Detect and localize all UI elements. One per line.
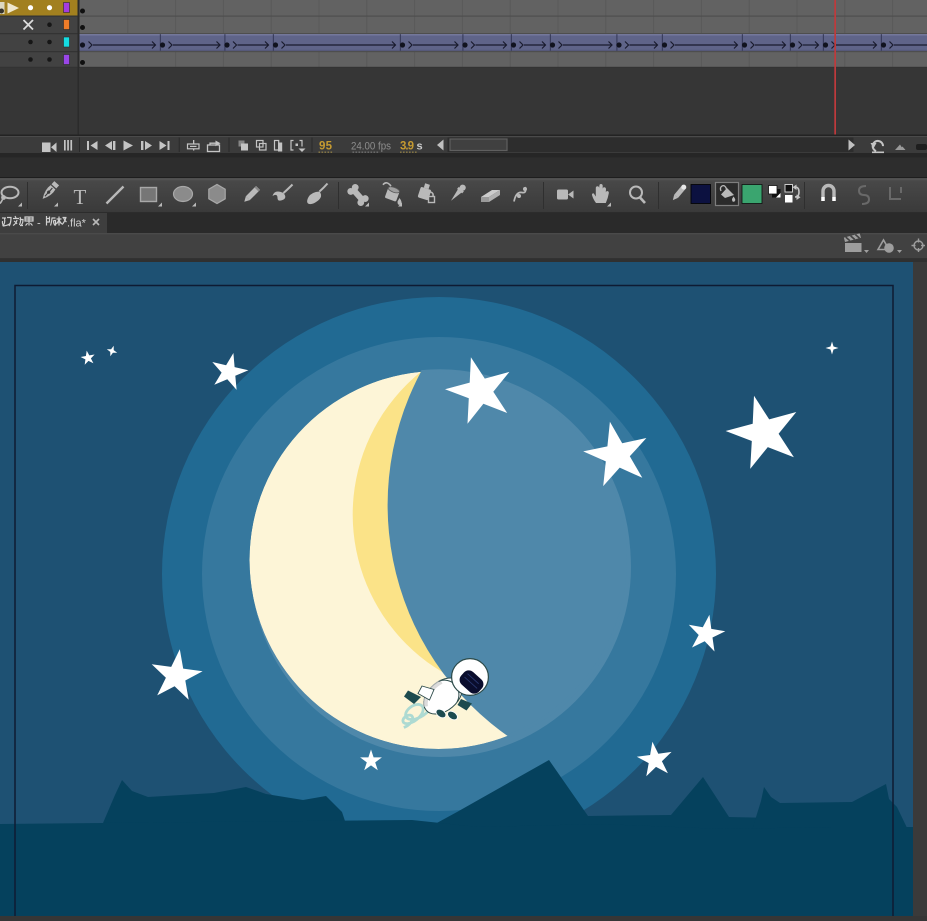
- svg-text:3.9: 3.9: [400, 141, 414, 153]
- svg-text:T: T: [74, 185, 87, 209]
- svg-text:s: s: [417, 141, 423, 153]
- svg-text:95: 95: [319, 141, 333, 153]
- svg-text:-: -: [37, 218, 41, 230]
- svg-text:24.00 fps: 24.00 fps: [351, 141, 391, 153]
- svg-text:.fla*: .fla*: [67, 218, 87, 230]
